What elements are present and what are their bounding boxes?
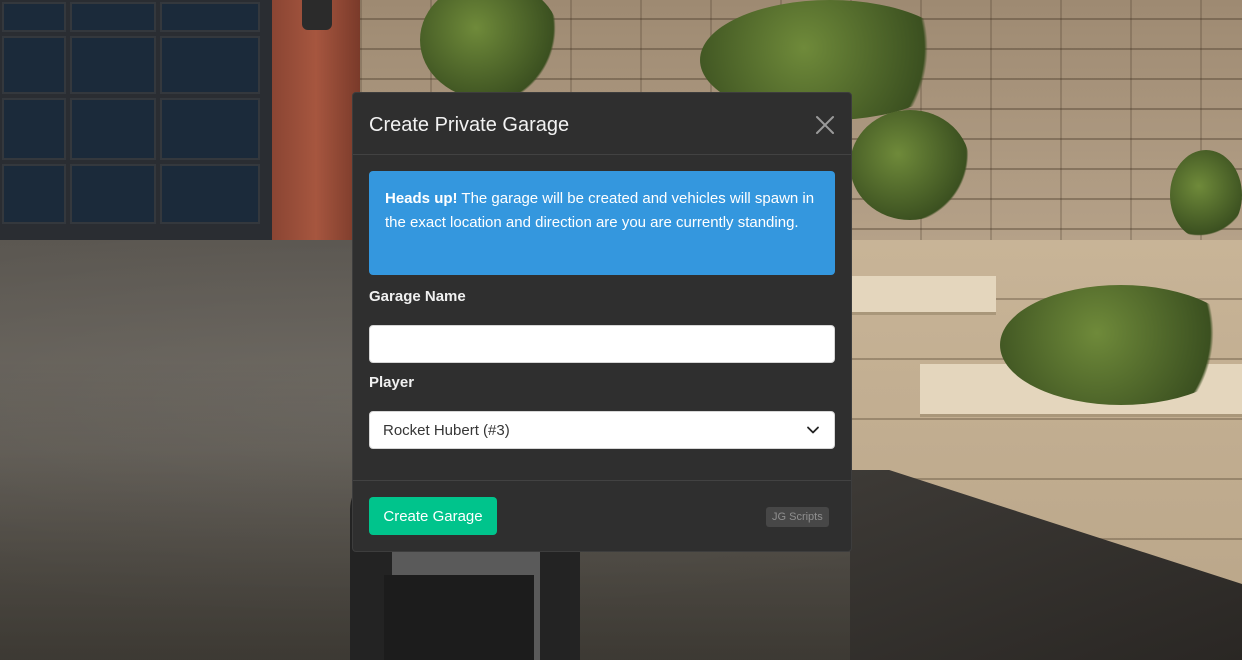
- window-pane: [160, 2, 260, 32]
- background-bush: [1000, 285, 1242, 405]
- modal-title: Create Private Garage: [369, 114, 570, 136]
- window-pane: [160, 164, 260, 224]
- modal-footer: Create Garage JG Scripts: [353, 480, 851, 551]
- garage-name-input[interactable]: [369, 325, 835, 363]
- player-label: Player: [369, 374, 415, 391]
- background-window: [0, 0, 276, 240]
- game-scene: Create Private Garage Heads up! The gara…: [0, 0, 1242, 660]
- create-garage-modal: Create Private Garage Heads up! The gara…: [352, 92, 852, 552]
- wall-lamp: [302, 0, 332, 30]
- brand-badge: JG Scripts: [766, 507, 829, 527]
- modal-header: Create Private Garage: [353, 93, 851, 155]
- info-alert: Heads up! The garage will be created and…: [369, 171, 835, 275]
- window-pane: [70, 164, 156, 224]
- create-garage-button[interactable]: Create Garage: [369, 497, 497, 535]
- window-pane: [2, 164, 66, 224]
- chevron-down-icon: [807, 426, 819, 434]
- background-plant: [850, 110, 970, 220]
- alert-heading: Heads up!: [385, 190, 458, 207]
- planter-ledge: [852, 276, 996, 312]
- window-pane: [70, 2, 156, 32]
- garage-name-label: Garage Name: [369, 288, 466, 305]
- background-pillar: [272, 0, 360, 250]
- window-pane: [2, 36, 66, 94]
- close-icon[interactable]: [813, 113, 837, 137]
- window-pane: [70, 98, 156, 160]
- window-pane: [160, 98, 260, 160]
- window-pane: [2, 98, 66, 160]
- window-pane: [160, 36, 260, 94]
- player-character-legs: [384, 575, 534, 660]
- close-icon-glyph: [816, 116, 834, 134]
- window-pane: [70, 36, 156, 94]
- window-pane: [2, 2, 66, 32]
- player-select-value: Rocket Hubert (#3): [383, 422, 510, 439]
- background-plant: [1170, 150, 1242, 240]
- player-select[interactable]: Rocket Hubert (#3): [369, 411, 835, 449]
